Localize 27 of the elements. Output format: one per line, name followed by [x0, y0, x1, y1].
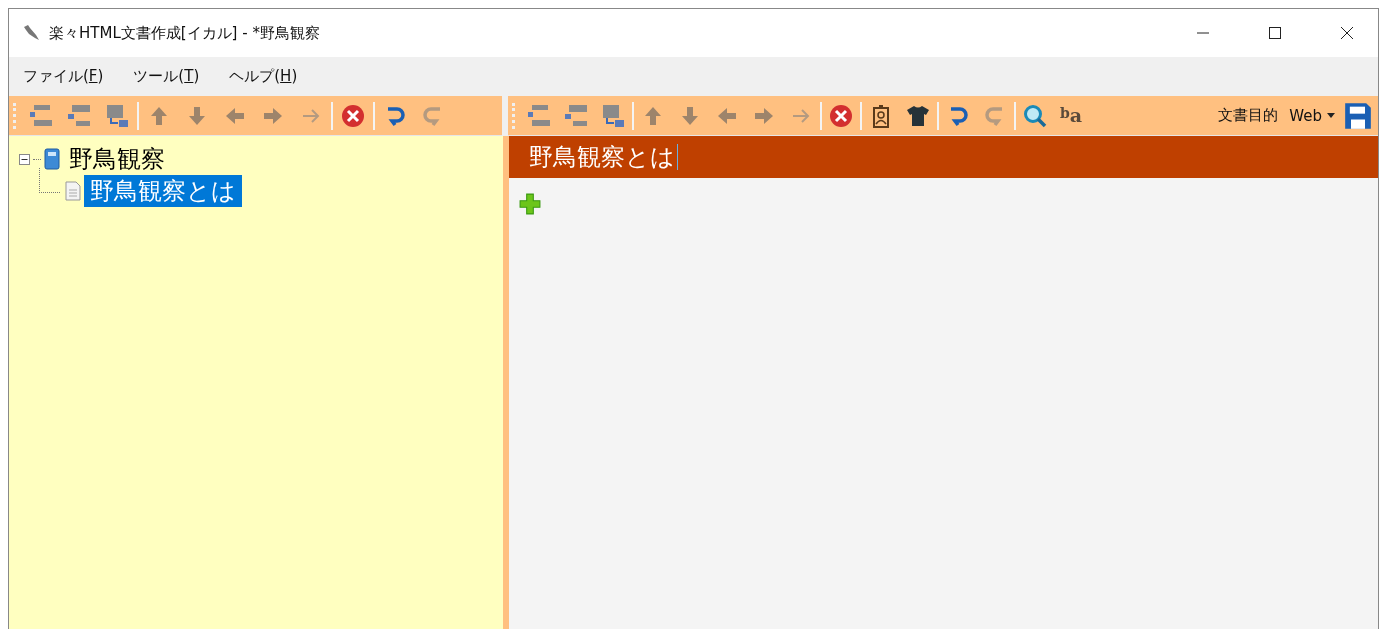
book-icon — [44, 148, 60, 170]
delete-icon[interactable] — [341, 103, 365, 128]
purpose-dropdown[interactable]: Web — [1289, 106, 1322, 125]
collapse-icon[interactable] — [19, 153, 30, 165]
heading-field[interactable]: 野鳥観察とは — [509, 136, 1378, 178]
add-icon[interactable] — [519, 193, 541, 215]
save-icon[interactable] — [1344, 101, 1372, 130]
search-icon[interactable] — [1023, 103, 1047, 128]
close-icon[interactable] — [1340, 26, 1354, 40]
tree-node[interactable]: 野鳥観察とは — [84, 175, 242, 207]
tree-node[interactable]: 野鳥観察 — [63, 143, 171, 175]
layout2-icon[interactable] — [564, 103, 588, 128]
caret-icon[interactable] — [1327, 113, 1335, 118]
window-title: 楽々HTML文書作成[イカル] - *野鳥観察 — [49, 23, 320, 43]
maximize-icon[interactable] — [1268, 26, 1282, 40]
menu-item[interactable]: ヘルプ(H) — [225, 65, 302, 88]
delete-icon[interactable] — [829, 103, 853, 128]
menu-item[interactable]: ツール(T) — [129, 65, 204, 88]
purpose-label: 文書目的 — [1218, 106, 1279, 125]
document-icon — [65, 181, 81, 201]
layout1-icon[interactable] — [527, 103, 551, 128]
shirt-icon[interactable] — [906, 103, 930, 128]
layout1-icon[interactable] — [29, 103, 53, 128]
layout3-icon[interactable] — [105, 103, 129, 128]
menu-item[interactable]: ファイル(F) — [19, 65, 108, 88]
layout3-icon[interactable] — [601, 103, 625, 128]
layout2-icon[interactable] — [67, 103, 91, 128]
